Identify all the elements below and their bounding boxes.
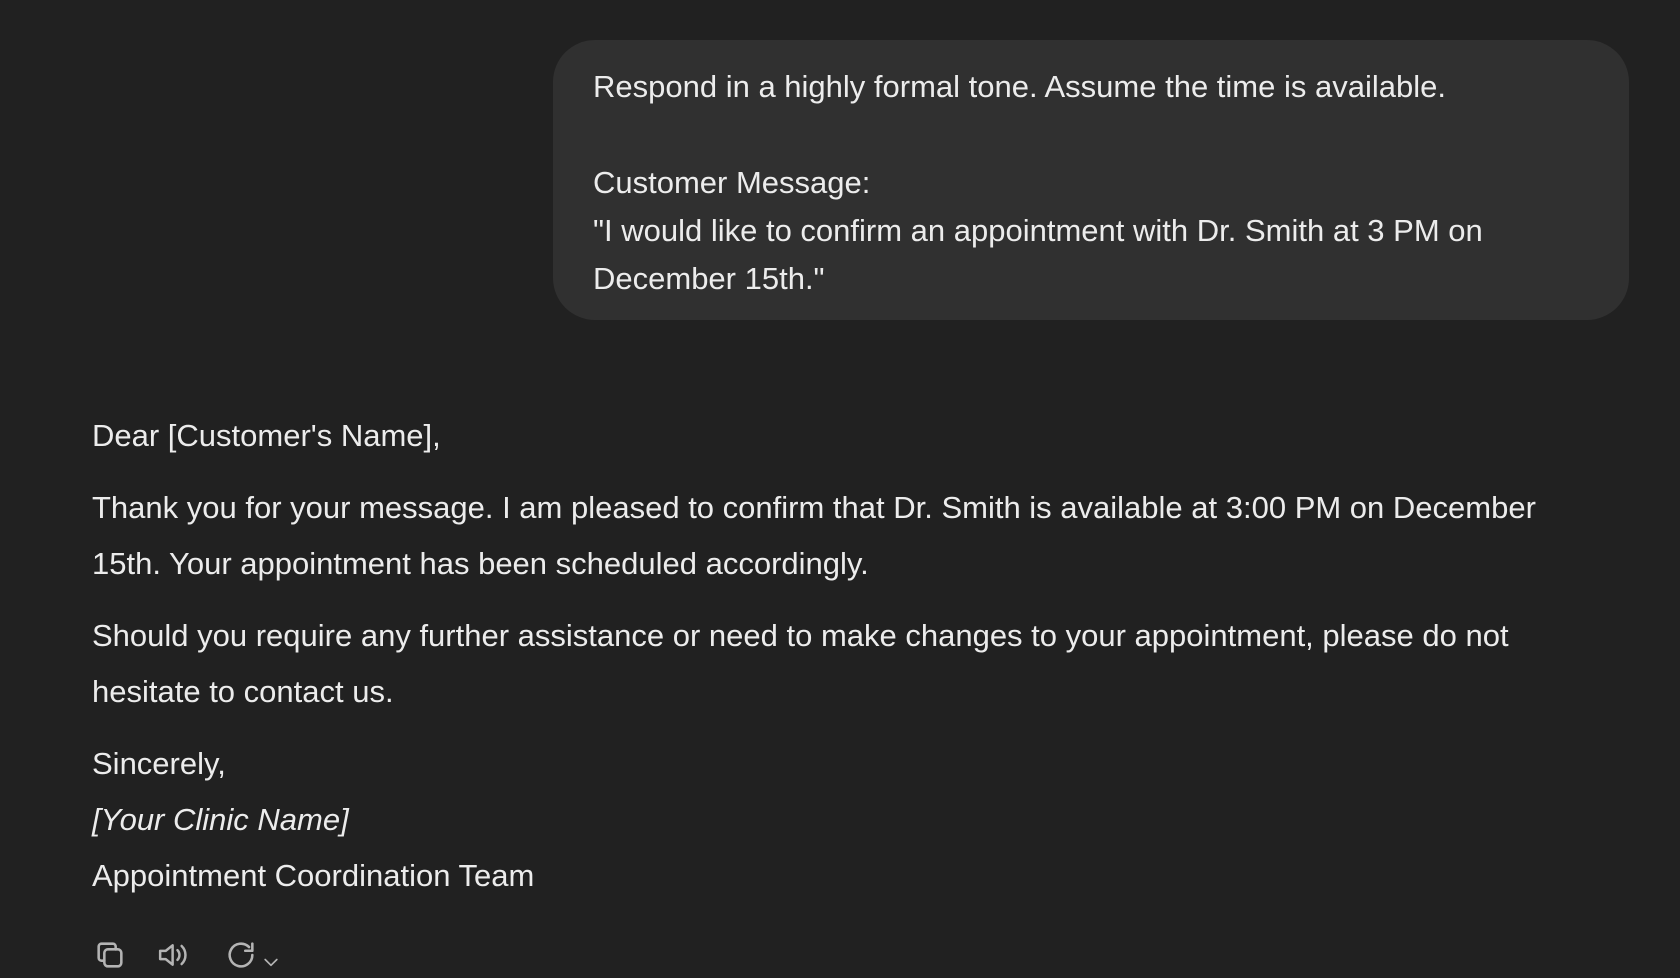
paragraph-line: hesitate to contact us. bbox=[92, 674, 394, 709]
clinic-name: [Your Clinic Name] bbox=[92, 802, 349, 837]
chevron-down-icon bbox=[260, 952, 282, 972]
user-message-line: Respond in a highly formal tone. Assume … bbox=[593, 69, 1446, 104]
paragraph-line: 15th. Your appointment has been schedule… bbox=[92, 546, 869, 581]
message-actions bbox=[92, 938, 286, 978]
copy-icon bbox=[93, 938, 127, 972]
paragraph-assistance: Should you require any further assistanc… bbox=[92, 608, 1652, 720]
copy-button[interactable] bbox=[92, 938, 128, 978]
user-message-line: December 15th." bbox=[593, 261, 825, 296]
read-aloud-button[interactable] bbox=[156, 938, 192, 978]
regenerate-button[interactable] bbox=[220, 938, 286, 978]
salutation: Dear [Customer's Name], bbox=[92, 418, 441, 453]
regenerate-icon bbox=[224, 938, 258, 972]
user-message-line: Customer Message: bbox=[593, 165, 871, 200]
speaker-icon bbox=[156, 938, 192, 972]
paragraph-line: Thank you for your message. I am pleased… bbox=[92, 490, 1536, 525]
paragraph-line: Should you require any further assistanc… bbox=[92, 618, 1509, 653]
user-message-line: "I would like to confirm an appointment … bbox=[593, 213, 1483, 248]
closing: Sincerely, bbox=[92, 746, 226, 781]
user-message-bubble: Respond in a highly formal tone. Assume … bbox=[553, 40, 1629, 320]
team-name: Appointment Coordination Team bbox=[92, 858, 535, 893]
paragraph-confirmation: Thank you for your message. I am pleased… bbox=[92, 480, 1652, 592]
assistant-message: Dear [Customer's Name], Thank you for yo… bbox=[92, 408, 1652, 904]
